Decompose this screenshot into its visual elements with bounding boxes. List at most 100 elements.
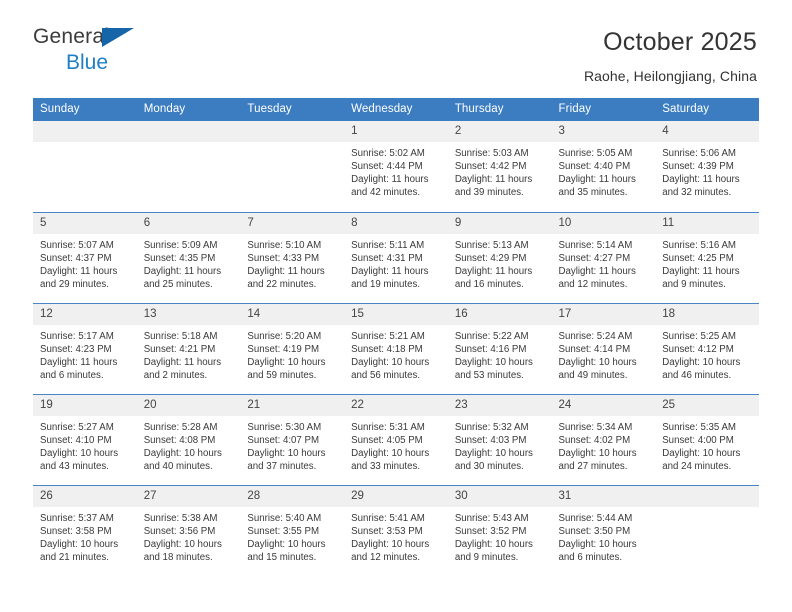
calendar-day-cell[interactable]: 21 Sunrise: 5:30 AM Sunset: 4:07 PM Dayligh… — [240, 393, 345, 485]
daylight-text-line2: and 29 minutes. — [40, 278, 109, 290]
calendar-day-cell[interactable]: 24 Sunrise: 5:34 AM Sunset: 4:02 PM Dayligh… — [551, 393, 656, 485]
page-header: General Blue October 2025 Raohe, Heilong… — [0, 0, 792, 98]
day-sun-info: Sunrise: 5:40 AM Sunset: 3:55 PM Daylight:… — [240, 507, 344, 564]
day-sun-info: Sunrise: 5:05 AM Sunset: 4:40 PM Daylight:… — [552, 142, 656, 199]
sunset-text: Sunset: 3:58 PM — [40, 525, 112, 537]
day-sun-info: Sunrise: 5:07 AM Sunset: 4:37 PM Daylight:… — [33, 234, 137, 291]
day-sun-info: Sunrise: 5:18 AM Sunset: 4:21 PM Daylight:… — [137, 325, 241, 382]
day-number: 12 — [33, 303, 137, 325]
day-number: 2 — [447, 121, 552, 142]
calendar-day-cell[interactable]: 10 Sunrise: 5:14 AM Sunset: 4:27 PM Dayligh… — [551, 211, 656, 303]
day-sun-info: Sunrise: 5:10 AM Sunset: 4:33 PM Daylight:… — [240, 234, 344, 291]
daylight-text-line1: Daylight: 10 hours — [454, 356, 533, 368]
day-number: 13 — [136, 303, 241, 325]
sunrise-text: Sunrise: 5:30 AM — [247, 421, 322, 433]
calendar-page: General Blue October 2025 Raohe, Heilong… — [0, 0, 792, 612]
sunrise-text: Sunrise: 5:13 AM — [454, 239, 529, 251]
calendar-day-cell-empty — [136, 121, 241, 212]
day-sun-info: Sunrise: 5:43 AM Sunset: 3:52 PM Daylight:… — [448, 507, 552, 564]
calendar-day-cell[interactable]: 20 Sunrise: 5:28 AM Sunset: 4:08 PM Dayligh… — [136, 393, 241, 485]
day-sun-info: Sunrise: 5:17 AM Sunset: 4:23 PM Daylight:… — [33, 325, 137, 382]
daylight-text-line2: and 24 minutes. — [662, 460, 732, 472]
daylight-text-line2: and 15 minutes. — [247, 551, 317, 563]
day-number — [33, 121, 137, 142]
calendar-day-cell[interactable]: 30 Sunrise: 5:43 AM Sunset: 3:52 PM Dayligh… — [447, 484, 552, 576]
calendar-day-cell[interactable]: 9 Sunrise: 5:13 AM Sunset: 4:29 PM Daylight… — [447, 211, 552, 303]
calendar-day-cell[interactable]: 31 Sunrise: 5:44 AM Sunset: 3:50 PM Dayligh… — [551, 484, 656, 576]
day-sun-info: Sunrise: 5:03 AM Sunset: 4:42 PM Daylight:… — [448, 142, 552, 199]
day-number: 8 — [344, 212, 448, 234]
sunset-text: Sunset: 4:42 PM — [454, 161, 527, 173]
day-number: 10 — [551, 212, 656, 234]
calendar-day-cell[interactable]: 4 Sunrise: 5:06 AM Sunset: 4:39 PM Daylight… — [655, 121, 759, 212]
calendar-day-cell[interactable]: 8 Sunrise: 5:11 AM Sunset: 4:31 PM Daylight… — [344, 211, 448, 303]
daylight-text-line1: Daylight: 10 hours — [558, 447, 637, 459]
calendar-day-cell[interactable]: 22 Sunrise: 5:31 AM Sunset: 4:05 PM Dayligh… — [344, 393, 448, 485]
daylight-text-line2: and 33 minutes. — [351, 460, 421, 472]
calendar-day-cell-empty — [33, 121, 137, 212]
daylight-text-line2: and 9 minutes. — [454, 551, 519, 563]
calendar-day-cell[interactable]: 25 Sunrise: 5:35 AM Sunset: 4:00 PM Dayligh… — [655, 393, 759, 485]
day-number: 25 — [655, 394, 759, 416]
daylight-text-line1: Daylight: 10 hours — [454, 538, 533, 550]
calendar-day-cell[interactable]: 2 Sunrise: 5:03 AM Sunset: 4:42 PM Daylight… — [447, 121, 552, 212]
calendar-day-cell[interactable]: 26 Sunrise: 5:37 AM Sunset: 3:58 PM Dayligh… — [33, 484, 137, 576]
day-number: 11 — [655, 212, 759, 234]
calendar-day-cell[interactable]: 5 Sunrise: 5:07 AM Sunset: 4:37 PM Daylight… — [33, 211, 137, 303]
calendar-day-cell[interactable]: 28 Sunrise: 5:40 AM Sunset: 3:55 PM Dayligh… — [240, 484, 345, 576]
weekday-header-wednesday: Wednesday — [344, 98, 448, 121]
sunrise-text: Sunrise: 5:27 AM — [40, 421, 114, 433]
daylight-text-line2: and 40 minutes. — [143, 460, 213, 472]
day-number: 31 — [551, 485, 656, 507]
day-number — [240, 121, 345, 142]
calendar-day-cell[interactable]: 27 Sunrise: 5:38 AM Sunset: 3:56 PM Dayligh… — [136, 484, 241, 576]
page-subtitle: Raohe, Heilongjiang, China — [583, 67, 757, 84]
sunrise-text: Sunrise: 5:44 AM — [558, 512, 633, 524]
daylight-text-line1: Daylight: 11 hours — [351, 265, 429, 277]
sunset-text: Sunset: 4:29 PM — [454, 252, 527, 264]
daylight-text-line1: Daylight: 10 hours — [247, 447, 326, 459]
day-number: 7 — [240, 212, 345, 234]
sunset-text: Sunset: 4:18 PM — [351, 343, 423, 355]
sunset-text: Sunset: 3:52 PM — [454, 525, 527, 537]
weekday-header-row: Sunday Monday Tuesday Wednesday Thursday… — [33, 98, 759, 121]
calendar-day-cell[interactable]: 3 Sunrise: 5:05 AM Sunset: 4:40 PM Daylight… — [551, 121, 656, 212]
calendar-day-cell[interactable]: 11 Sunrise: 5:16 AM Sunset: 4:25 PM Dayligh… — [655, 211, 759, 303]
day-sun-info: Sunrise: 5:21 AM Sunset: 4:18 PM Daylight:… — [344, 325, 448, 382]
daylight-text-line1: Daylight: 11 hours — [247, 265, 325, 277]
calendar-day-cell[interactable]: 29 Sunrise: 5:41 AM Sunset: 3:53 PM Dayligh… — [344, 484, 448, 576]
day-number: 23 — [447, 394, 552, 416]
title-block: October 2025 Raohe, Heilongjiang, China — [584, 26, 757, 84]
sunset-text: Sunset: 4:25 PM — [662, 252, 734, 264]
general-blue-logo[interactable]: General Blue — [33, 26, 153, 78]
calendar-day-cell[interactable]: 18 Sunrise: 5:25 AM Sunset: 4:12 PM Dayligh… — [655, 302, 759, 394]
sunrise-text: Sunrise: 5:11 AM — [351, 239, 425, 251]
calendar-day-cell[interactable]: 14 Sunrise: 5:20 AM Sunset: 4:19 PM Dayligh… — [240, 302, 345, 394]
calendar-day-cell[interactable]: 23 Sunrise: 5:32 AM Sunset: 4:03 PM Dayligh… — [447, 393, 552, 485]
day-sun-info: Sunrise: 5:20 AM Sunset: 4:19 PM Daylight:… — [240, 325, 344, 382]
calendar-day-cell[interactable]: 17 Sunrise: 5:24 AM Sunset: 4:14 PM Dayligh… — [551, 302, 656, 394]
daylight-text-line1: Daylight: 11 hours — [662, 265, 740, 277]
sunrise-text: Sunrise: 5:09 AM — [143, 239, 218, 251]
sunset-text: Sunset: 4:02 PM — [558, 434, 631, 446]
sunrise-text: Sunrise: 5:06 AM — [662, 148, 736, 159]
day-number: 21 — [240, 394, 345, 416]
sunset-text: Sunset: 4:44 PM — [351, 161, 423, 173]
calendar-day-cell[interactable]: 13 Sunrise: 5:18 AM Sunset: 4:21 PM Dayligh… — [136, 302, 241, 394]
calendar-day-cell[interactable]: 16 Sunrise: 5:22 AM Sunset: 4:16 PM Dayligh… — [447, 302, 552, 394]
daylight-text-line1: Daylight: 10 hours — [247, 538, 326, 550]
sunrise-text: Sunrise: 5:10 AM — [247, 239, 322, 251]
calendar-day-cell[interactable]: 15 Sunrise: 5:21 AM Sunset: 4:18 PM Dayligh… — [344, 302, 448, 394]
daylight-text-line1: Daylight: 10 hours — [454, 447, 533, 459]
calendar-day-cell[interactable]: 19 Sunrise: 5:27 AM Sunset: 4:10 PM Dayligh… — [33, 393, 137, 485]
sunrise-text: Sunrise: 5:31 AM — [351, 421, 425, 433]
calendar-day-cell[interactable]: 1 Sunrise: 5:02 AM Sunset: 4:44 PM Daylight… — [344, 121, 448, 212]
day-sun-info: Sunrise: 5:38 AM Sunset: 3:56 PM Daylight:… — [137, 507, 241, 564]
sunset-text: Sunset: 4:33 PM — [247, 252, 320, 264]
calendar-day-cell[interactable]: 7 Sunrise: 5:10 AM Sunset: 4:33 PM Daylight… — [240, 211, 345, 303]
day-sun-info: Sunrise: 5:27 AM Sunset: 4:10 PM Daylight:… — [33, 416, 137, 473]
sunrise-text: Sunrise: 5:02 AM — [351, 148, 425, 159]
sunset-text: Sunset: 4:00 PM — [662, 434, 734, 446]
calendar-day-cell[interactable]: 6 Sunrise: 5:09 AM Sunset: 4:35 PM Daylight… — [136, 211, 241, 303]
calendar-day-cell[interactable]: 12 Sunrise: 5:17 AM Sunset: 4:23 PM Dayligh… — [33, 302, 137, 394]
